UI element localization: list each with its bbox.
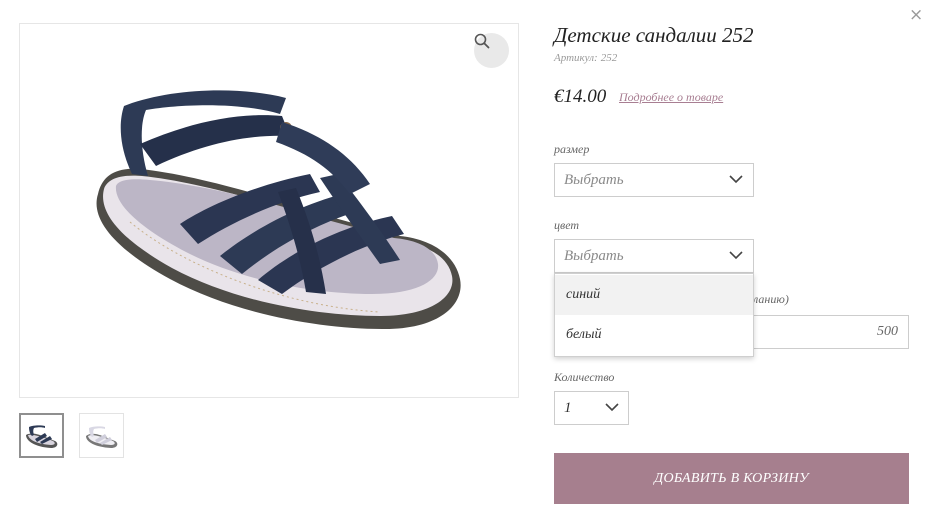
zoom-button[interactable]	[474, 33, 509, 68]
size-label: размер	[554, 142, 590, 156]
thumbnail-white[interactable]	[79, 413, 124, 458]
sku-value: 252	[600, 52, 618, 64]
thumbnail-navy[interactable]	[19, 413, 64, 458]
zoom-icon	[474, 33, 490, 49]
color-dropdown-menu: синий белый	[554, 273, 754, 357]
color-label: цвет	[554, 218, 580, 232]
quantity-select[interactable]: 1	[554, 391, 629, 425]
product-title: Детские сандалии 252	[554, 23, 754, 47]
product-sku: Артикул: 252	[554, 52, 617, 64]
color-option-white[interactable]: белый	[555, 315, 753, 355]
color-option-blue[interactable]: синий	[555, 275, 753, 315]
chevron-down-icon	[605, 403, 619, 412]
color-select-value: Выбрать	[564, 248, 624, 264]
product-main-image	[19, 23, 519, 398]
sku-label: Артикул:	[554, 52, 598, 64]
sandal-image	[96, 90, 461, 329]
size-select-value: Выбрать	[564, 172, 624, 188]
chevron-down-icon	[729, 251, 743, 260]
size-select[interactable]: Выбрать	[554, 163, 754, 197]
product-price: €14.00	[554, 86, 607, 107]
comment-input-value: 500	[877, 324, 898, 339]
quantity-label: Количество	[554, 370, 615, 384]
color-select[interactable]: Выбрать	[554, 239, 754, 273]
product-details-link[interactable]: Подробнее о товаре	[619, 90, 723, 105]
quantity-value: 1	[564, 400, 572, 416]
close-icon[interactable]: ×	[909, 6, 923, 24]
add-to-cart-button[interactable]: Добавить в корзину	[554, 453, 909, 504]
chevron-down-icon	[729, 175, 743, 184]
comment-input[interactable]: 500	[737, 315, 909, 349]
